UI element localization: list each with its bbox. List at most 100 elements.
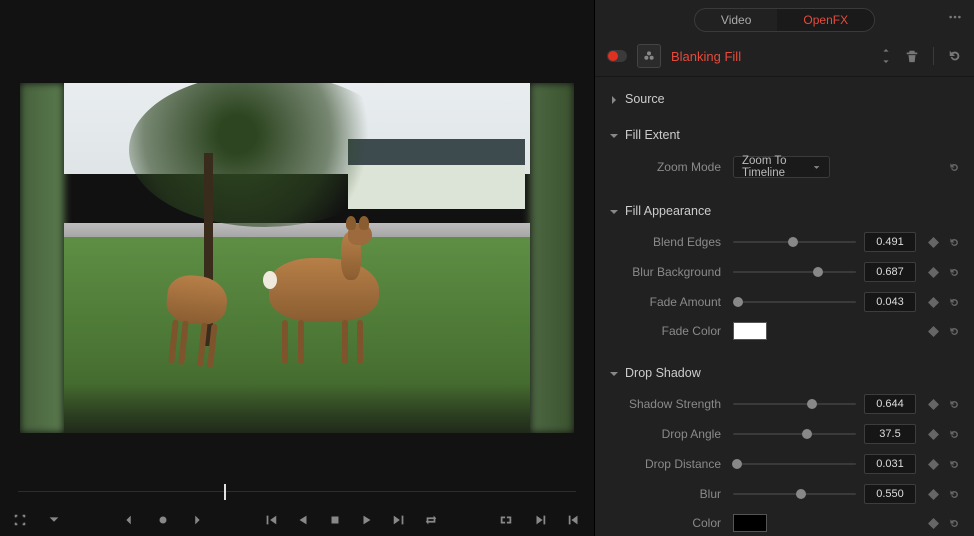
crop-icon[interactable] xyxy=(12,512,28,528)
blur-background-slider[interactable] xyxy=(733,265,856,279)
keyframe-icon[interactable] xyxy=(928,326,939,337)
blur-background-input[interactable] xyxy=(864,262,916,282)
param-drop-distance: Drop Distance xyxy=(595,449,974,479)
reset-icon[interactable] xyxy=(949,399,960,410)
tab-video[interactable]: Video xyxy=(695,9,777,31)
keyframe-icon[interactable] xyxy=(928,518,939,529)
drop-angle-slider[interactable] xyxy=(733,427,856,441)
fade-color-swatch[interactable] xyxy=(733,322,767,340)
play-icon[interactable] xyxy=(359,512,375,528)
tab-openfx[interactable]: OpenFX xyxy=(777,9,874,31)
inspector-body: Source Fill Extent Zoom Mode Zoom To Tim… xyxy=(595,77,974,536)
param-shadow-blur: Blur xyxy=(595,479,974,509)
param-zoom-mode: Zoom Mode Zoom To Timeline xyxy=(595,151,974,183)
keyframe-icon[interactable] xyxy=(928,237,939,248)
last-frame-icon[interactable] xyxy=(391,512,407,528)
first-frame-icon[interactable] xyxy=(263,512,279,528)
reset-icon[interactable] xyxy=(949,297,960,308)
viewer-area xyxy=(8,6,586,474)
inspector-pane: Video OpenFX Blanking Fill Source xyxy=(594,0,974,536)
blanking-fill-left xyxy=(20,83,64,433)
zoom-mode-value: Zoom To Timeline xyxy=(742,155,813,179)
chevron-down-icon xyxy=(813,163,820,172)
record-icon[interactable] xyxy=(155,512,171,528)
timeline-track xyxy=(18,491,576,492)
drop-distance-input[interactable] xyxy=(864,454,916,474)
reset-icon[interactable] xyxy=(949,267,960,278)
param-drop-angle: Drop Angle xyxy=(595,419,974,449)
inspector-tabs: Video OpenFX xyxy=(595,0,974,36)
section-fill-appearance-header[interactable]: Fill Appearance xyxy=(595,199,974,223)
zoom-mode-label: Zoom Mode xyxy=(595,160,725,174)
param-fade-color: Fade Color xyxy=(595,317,974,345)
timeline[interactable] xyxy=(18,478,576,506)
chevron-down-icon[interactable] xyxy=(46,512,62,528)
match-frame-icon[interactable] xyxy=(498,512,514,528)
playhead[interactable] xyxy=(224,484,226,500)
trash-icon[interactable] xyxy=(905,49,919,63)
section-fill-extent: Fill Extent Zoom Mode Zoom To Timeline xyxy=(595,117,974,193)
section-fill-appearance-title: Fill Appearance xyxy=(625,204,711,218)
effect-enable-toggle[interactable] xyxy=(607,50,627,62)
param-shadow-strength: Shadow Strength xyxy=(595,389,974,419)
section-source: Source xyxy=(595,81,974,117)
section-source-title: Source xyxy=(625,92,665,106)
reset-icon[interactable] xyxy=(949,489,960,500)
shadow-strength-input[interactable] xyxy=(864,394,916,414)
keyframe-icon[interactable] xyxy=(928,489,939,500)
reset-icon[interactable] xyxy=(949,429,960,440)
fade-amount-input[interactable] xyxy=(864,292,916,312)
drop-angle-input[interactable] xyxy=(864,424,916,444)
shadow-strength-slider[interactable] xyxy=(733,397,856,411)
param-fade-amount: Fade Amount xyxy=(595,287,974,317)
viewer-canvas[interactable] xyxy=(20,83,574,433)
keyframe-icon[interactable] xyxy=(928,399,939,410)
keyframe-icon[interactable] xyxy=(928,459,939,470)
shadow-color-swatch[interactable] xyxy=(733,514,767,532)
param-blend-edges: Blend Edges xyxy=(595,227,974,257)
section-fill-appearance: Fill Appearance Blend Edges Blur Backgro… xyxy=(595,193,974,355)
shadow-blur-slider[interactable] xyxy=(733,487,856,501)
sort-icon[interactable] xyxy=(879,49,893,63)
param-shadow-color: Color xyxy=(595,509,974,536)
blend-edges-input[interactable] xyxy=(864,232,916,252)
chevron-down-icon xyxy=(609,206,619,216)
reset-all-icon[interactable] xyxy=(948,49,962,63)
transport-bar xyxy=(8,506,586,530)
shadow-blur-input[interactable] xyxy=(864,484,916,504)
expand-icon[interactable] xyxy=(948,10,962,24)
section-drop-shadow-header[interactable]: Drop Shadow xyxy=(595,361,974,385)
prev-clip-icon[interactable] xyxy=(566,512,582,528)
blanking-fill-right xyxy=(530,83,574,433)
video-frame xyxy=(64,83,530,433)
chevron-down-icon xyxy=(609,130,619,140)
mark-out-icon[interactable] xyxy=(189,512,205,528)
reset-icon[interactable] xyxy=(949,237,960,248)
keyframe-icon[interactable] xyxy=(928,429,939,440)
param-blur-background: Blur Background xyxy=(595,257,974,287)
chevron-down-icon xyxy=(609,368,619,378)
stop-icon[interactable] xyxy=(327,512,343,528)
keyframe-icon[interactable] xyxy=(928,267,939,278)
section-source-header[interactable]: Source xyxy=(595,87,974,111)
reset-icon[interactable] xyxy=(949,518,960,529)
section-fill-extent-header[interactable]: Fill Extent xyxy=(595,123,974,147)
reset-icon[interactable] xyxy=(949,459,960,470)
next-clip-icon[interactable] xyxy=(532,512,548,528)
drop-distance-slider[interactable] xyxy=(733,457,856,471)
zoom-mode-dropdown[interactable]: Zoom To Timeline xyxy=(733,156,830,178)
play-reverse-icon[interactable] xyxy=(295,512,311,528)
effect-name: Blanking Fill xyxy=(671,49,741,64)
section-drop-shadow-title: Drop Shadow xyxy=(625,366,701,380)
keyframe-icon[interactable] xyxy=(928,297,939,308)
reset-icon[interactable] xyxy=(949,326,960,337)
effect-type-icon[interactable] xyxy=(637,44,661,68)
fade-amount-slider[interactable] xyxy=(733,295,856,309)
loop-icon[interactable] xyxy=(423,512,439,528)
viewer-pane xyxy=(0,0,594,536)
mark-in-icon[interactable] xyxy=(121,512,137,528)
chevron-right-icon xyxy=(609,94,619,104)
blend-edges-slider[interactable] xyxy=(733,235,856,249)
effect-header: Blanking Fill xyxy=(595,36,974,77)
reset-icon[interactable] xyxy=(949,162,960,173)
